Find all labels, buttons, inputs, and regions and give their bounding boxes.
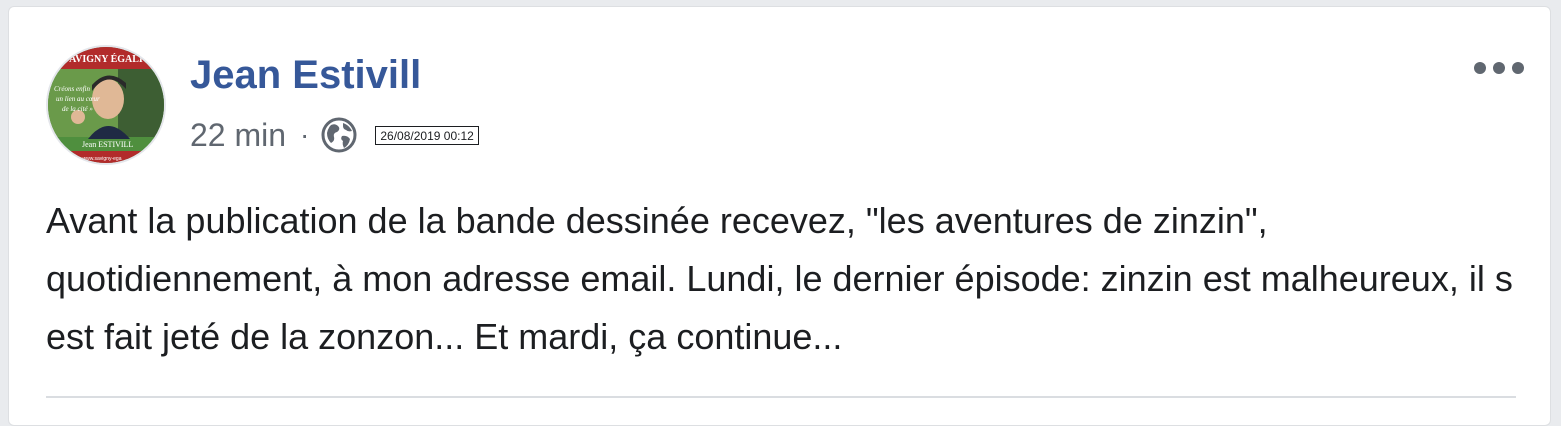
svg-text:un lien au cœur: un lien au cœur [56,95,100,103]
svg-text:AVIGNY ÉGALI: AVIGNY ÉGALI [69,53,143,65]
post-text: Avant la publication de la bande dessiné… [46,200,1513,357]
dot-icon [1493,62,1505,74]
svg-text:Créons enfin: Créons enfin [54,85,90,93]
author-name[interactable]: Jean Estivill [190,51,421,99]
svg-text:Jean ESTIVILL: Jean ESTIVILL [82,140,133,149]
dot-icon [1474,62,1486,74]
svg-text:ny/publicaine www.savigny-ega: ny/publicaine www.savigny-ega [52,156,122,162]
post-meta: 22 min · 26/08/2019 00:12 [190,113,479,157]
post-card: AVIGNY ÉGALI Créons enfin un lien au cœu… [8,6,1551,426]
date-stamp: 26/08/2019 00:12 [375,125,479,145]
dot-icon [1512,62,1524,74]
post-time[interactable]: 22 min [190,117,286,154]
more-options-icon[interactable] [1474,57,1524,79]
avatar[interactable]: AVIGNY ÉGALI Créons enfin un lien au cœu… [46,45,166,165]
divider [46,396,1516,398]
meta-separator: · [300,119,310,150]
svg-text:de la cité »: de la cité » [62,105,93,113]
avatar-image: AVIGNY ÉGALI Créons enfin un lien au cœu… [48,47,164,163]
globe-icon[interactable] [321,117,357,153]
